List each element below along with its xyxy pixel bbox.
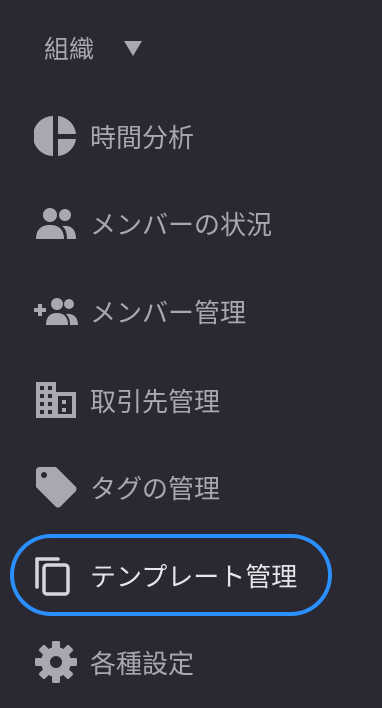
- menu-item-member-status[interactable]: メンバーの状況: [34, 199, 272, 247]
- menu-item-label: 取引先管理: [90, 387, 221, 418]
- menu-item-time-analysis[interactable]: 時間分析: [34, 112, 194, 160]
- menu-item-label: メンバーの状況: [90, 210, 273, 241]
- pie-chart-icon: [34, 114, 78, 158]
- chevron-down-icon: [124, 40, 143, 56]
- org-selector[interactable]: 組織: [44, 28, 143, 68]
- copy-icon: [32, 553, 76, 597]
- menu-item-label: テンプレート管理: [90, 562, 298, 593]
- menu-item-label: 各種設定: [90, 649, 195, 680]
- tag-icon: [34, 465, 78, 509]
- add-people-icon: [34, 289, 78, 333]
- menu-item-member-management[interactable]: メンバー管理: [34, 287, 246, 335]
- people-icon: [34, 201, 78, 245]
- building-icon: [34, 378, 78, 422]
- menu-item-tag-management[interactable]: タグの管理: [34, 463, 220, 511]
- menu-item-client-management[interactable]: 取引先管理: [34, 376, 220, 424]
- menu-item-label: 時間分析: [90, 123, 195, 154]
- menu-item-settings[interactable]: 各種設定: [34, 638, 194, 686]
- menu-item-label: メンバー管理: [90, 298, 247, 329]
- menu-item-label: タグの管理: [90, 474, 221, 505]
- gear-icon: [34, 640, 78, 684]
- menu-item-template-management[interactable]: テンプレート管理: [10, 534, 332, 616]
- org-label: 組織: [44, 35, 95, 64]
